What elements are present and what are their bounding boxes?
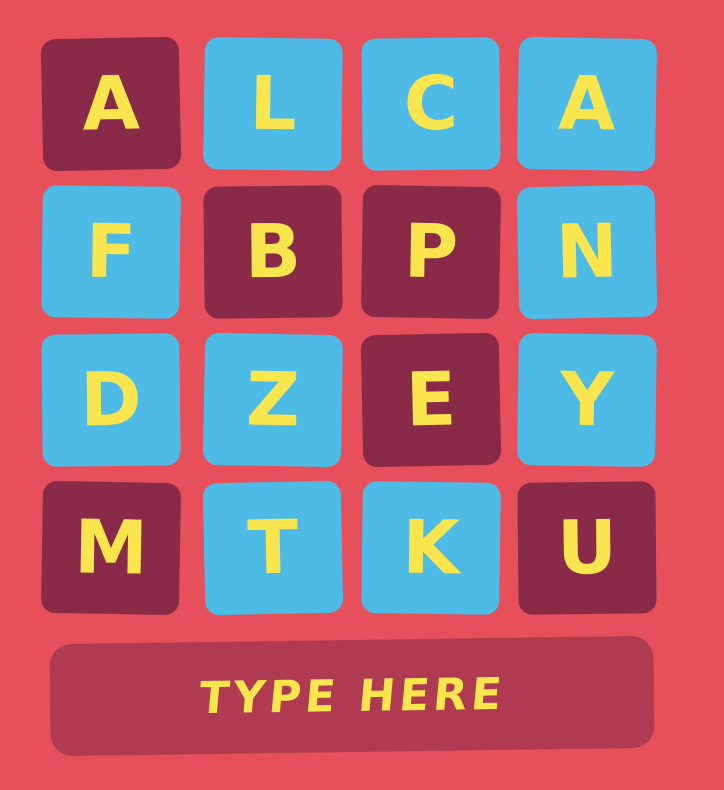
letter-tile-13[interactable]: M [40, 480, 182, 616]
tile-letter: Z [245, 356, 301, 444]
tile-letter: U [556, 504, 618, 592]
letter-tile-4[interactable]: A [516, 36, 658, 172]
letter-grid: ALCAFBPNDZEYMTKU [0, 0, 724, 640]
letter-tile-12[interactable]: Y [517, 333, 657, 467]
tile-letter: C [403, 60, 459, 148]
tile-letter: T [246, 504, 300, 592]
tile-letter: F [85, 208, 137, 296]
letter-tile-6[interactable]: B [203, 185, 343, 319]
letter-tile-15[interactable]: K [361, 481, 501, 615]
tile-letter: D [79, 356, 143, 444]
letter-tile-8[interactable]: N [516, 184, 658, 320]
tile-letter: A [81, 60, 141, 148]
tile-letter: Y [559, 356, 615, 444]
letter-tile-5[interactable]: F [41, 185, 181, 319]
letter-tile-9[interactable]: D [41, 333, 181, 467]
tile-letter: E [404, 356, 458, 444]
game-board-screen: ALCAFBPNDZEYMTKU TYPE HERE [0, 0, 724, 790]
tile-letter: L [248, 60, 298, 148]
letter-tile-14[interactable]: T [202, 480, 344, 616]
letter-tile-10[interactable]: Z [202, 332, 344, 468]
letter-tile-2[interactable]: L [203, 37, 343, 171]
letter-tile-1[interactable]: A [40, 36, 182, 172]
type-here-label: TYPE HERE [196, 668, 508, 724]
letter-tile-3[interactable]: C [361, 37, 501, 171]
letter-tile-7[interactable]: P [360, 184, 502, 320]
tile-letter: A [557, 60, 617, 148]
tile-letter: K [401, 504, 461, 592]
letter-tile-16[interactable]: U [517, 481, 657, 615]
tile-letter: P [403, 208, 459, 296]
type-here-input[interactable]: TYPE HERE [49, 635, 655, 757]
tile-letter: N [555, 208, 619, 296]
letter-tile-11[interactable]: E [360, 332, 502, 468]
tile-letter: M [73, 504, 149, 592]
tile-letter: B [244, 208, 302, 296]
